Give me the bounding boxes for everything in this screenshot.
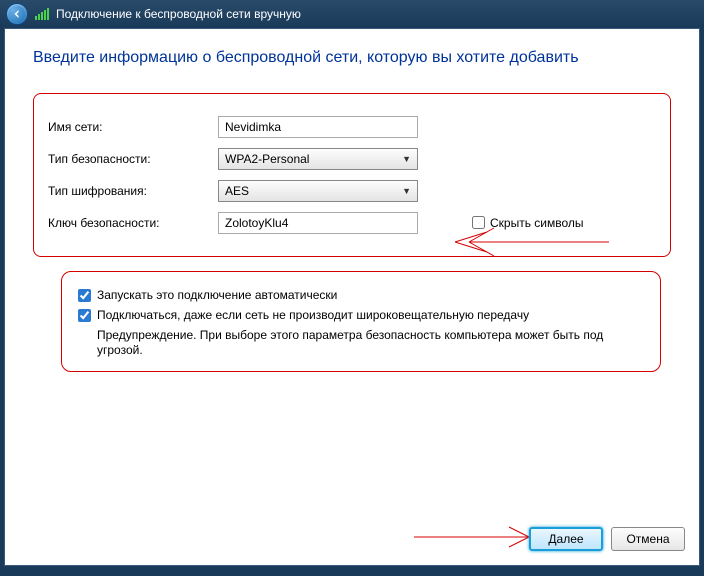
next-button[interactable]: Далее <box>529 527 603 551</box>
form-group-annotated: Имя сети: Тип безопасности: WPA2-Persona… <box>33 93 671 257</box>
security-type-label: Тип безопасности: <box>48 152 218 166</box>
ssid-input[interactable] <box>218 116 418 138</box>
cancel-button[interactable]: Отмена <box>611 527 685 551</box>
page-heading: Введите информацию о беспроводной сети, … <box>33 47 671 69</box>
auto-connect-label: Запускать это подключение автоматически <box>97 288 337 302</box>
encryption-type-select[interactable]: AES ▼ <box>218 180 418 202</box>
connect-hidden-checkbox[interactable] <box>78 309 91 322</box>
annotation-arrow-icon <box>409 519 549 555</box>
footer-buttons: Далее Отмена <box>529 527 685 551</box>
security-key-input[interactable] <box>218 212 418 234</box>
auto-connect-checkbox[interactable] <box>78 289 91 302</box>
titlebar: Подключение к беспроводной сети вручную <box>0 0 704 28</box>
security-type-select[interactable]: WPA2-Personal ▼ <box>218 148 418 170</box>
hide-chars-label: Скрыть символы <box>490 216 584 230</box>
security-key-label: Ключ безопасности: <box>48 216 218 230</box>
encryption-type-label: Тип шифрования: <box>48 184 218 198</box>
wifi-icon <box>34 7 50 21</box>
hide-chars-checkbox[interactable] <box>472 216 485 229</box>
chevron-down-icon: ▼ <box>402 186 411 196</box>
warning-text: Предупреждение. При выборе этого парамет… <box>97 328 644 359</box>
hide-chars-option[interactable]: Скрыть символы <box>472 216 584 230</box>
ssid-label: Имя сети: <box>48 120 218 134</box>
arrow-left-icon <box>11 8 23 20</box>
encryption-type-value: AES <box>225 184 249 198</box>
chevron-down-icon: ▼ <box>402 154 411 164</box>
connect-hidden-label: Подключаться, даже если сеть не производ… <box>97 308 529 322</box>
security-type-value: WPA2-Personal <box>225 152 309 166</box>
window-title: Подключение к беспроводной сети вручную <box>56 7 301 21</box>
options-group-annotated: Запускать это подключение автоматически … <box>61 271 661 372</box>
wizard-window: Введите информацию о беспроводной сети, … <box>4 28 700 566</box>
back-button[interactable] <box>6 3 28 25</box>
